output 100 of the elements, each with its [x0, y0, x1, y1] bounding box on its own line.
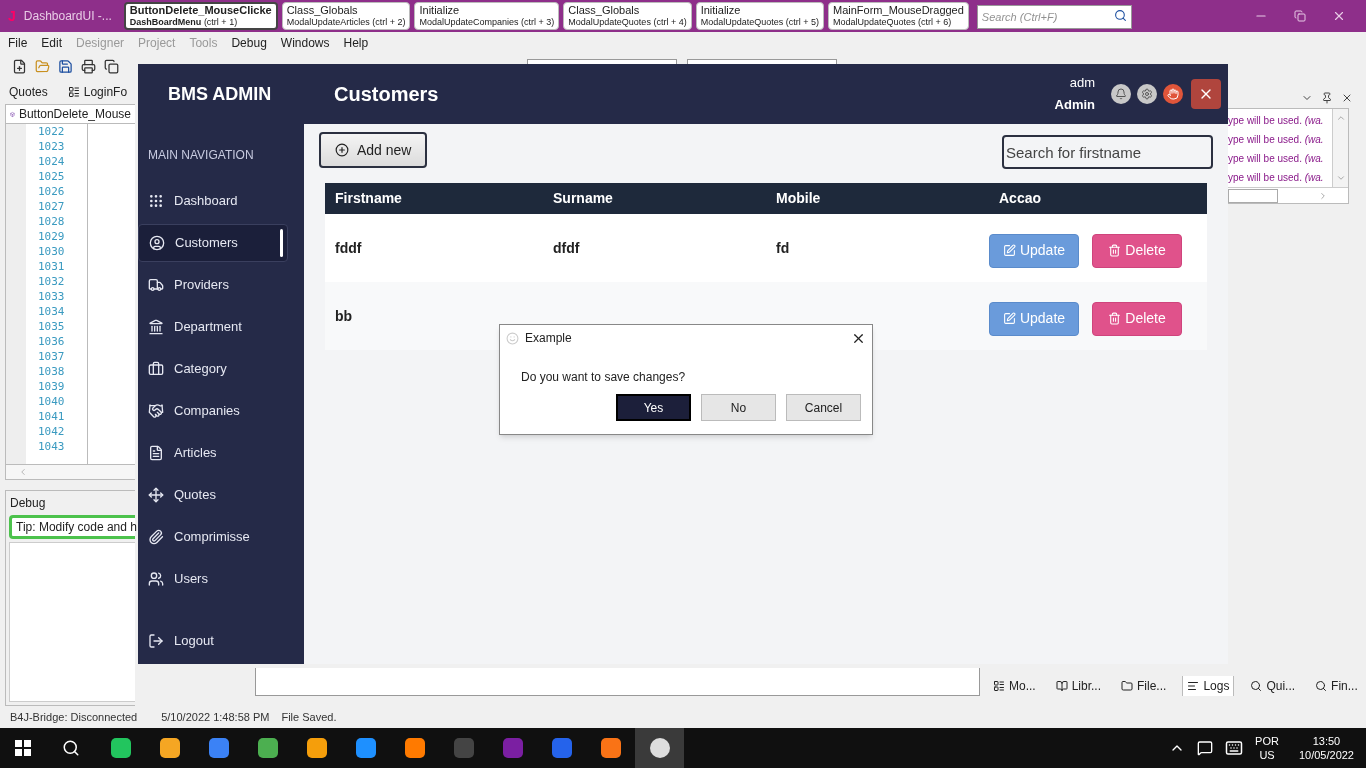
dialog-message: Do you want to save changes? — [521, 369, 687, 386]
bank-icon — [148, 319, 164, 335]
panel-tab[interactable]: Quotes — [9, 83, 48, 101]
line-number: 1033 — [38, 289, 66, 304]
close-button[interactable] — [1191, 79, 1221, 109]
line-number: 1024 — [38, 154, 66, 169]
line-number: 1029 — [38, 229, 66, 244]
panel-tab[interactable]: Logs — [1182, 676, 1235, 696]
save-icon[interactable] — [58, 59, 73, 74]
dialog-button[interactable]: Cancel — [786, 394, 861, 421]
keyboard-icon[interactable] — [1225, 739, 1244, 757]
line-number: 1035 — [38, 319, 66, 334]
search-icon — [1113, 8, 1127, 22]
editor-tab[interactable]: Class_Globals ModalUpdateArticles (ctrl + 2) — [281, 2, 411, 30]
dropdown-field[interactable] — [687, 59, 837, 64]
panel-tab[interactable]: Fin... — [1311, 676, 1362, 696]
line-number: 1036 — [38, 334, 66, 349]
handshake-icon — [148, 403, 164, 419]
language-text[interactable]: POR — [1255, 734, 1279, 748]
search-icon[interactable] — [62, 739, 80, 757]
search-field[interactable]: Search (Ctrl+F) — [976, 4, 1132, 29]
menu-item[interactable]: Help — [343, 34, 369, 52]
copy-icon[interactable] — [104, 59, 119, 74]
menu-item[interactable]: File — [8, 34, 28, 52]
tip-field: Tip: Modify code and h — [9, 515, 135, 539]
horizontal-scrollbar[interactable] — [5, 464, 135, 480]
column-header: Mobile — [775, 189, 822, 208]
new-file-icon[interactable] — [12, 59, 27, 74]
windows-logo-icon[interactable] — [15, 740, 31, 756]
dialog-title: Example — [525, 330, 572, 347]
edit-icon — [1002, 312, 1016, 325]
status-text: File Saved. — [281, 709, 337, 725]
panel-tab[interactable]: Mo... — [989, 676, 1040, 696]
menu-item[interactable]: Windows — [280, 34, 330, 52]
log-line: ype will be used. (wa. — [1228, 114, 1325, 128]
nav-item[interactable]: Department — [138, 308, 288, 346]
nav-item[interactable]: Providers — [138, 266, 288, 304]
log-line: ype will be used. (wa. — [1228, 152, 1325, 166]
nav-item[interactable]: Logout — [138, 622, 288, 660]
line-number: 1025 — [38, 169, 66, 184]
panel-tab[interactable]: File... — [1117, 676, 1171, 696]
menu-item[interactable]: Debug — [231, 34, 267, 52]
editor-tab[interactable]: MainForm_MouseDragged ModalUpdateQuotes (ctrl + 6) — [828, 2, 969, 30]
line-number: 1022 — [38, 124, 66, 139]
nav-item[interactable]: Customers — [138, 224, 288, 262]
nav-item[interactable]: Users — [138, 560, 288, 598]
region-text[interactable]: US — [1259, 748, 1275, 762]
code-tab[interactable]: ButtonDelete_Mouse — [5, 104, 135, 124]
folder-icon — [1121, 680, 1134, 692]
log-line: ype will be used. (wa. — [1228, 171, 1325, 185]
settings-icon[interactable] — [1137, 84, 1157, 104]
trash-icon — [1108, 312, 1122, 325]
pin-icon[interactable] — [1321, 92, 1333, 104]
printer-icon[interactable] — [81, 59, 96, 74]
table-cell-text: bb — [334, 306, 354, 326]
clock-time[interactable]: 13:50 — [1312, 734, 1341, 748]
app-logo: J — [8, 6, 16, 26]
delete-button[interactable]: Delete — [1092, 233, 1182, 268]
table-cell-text: fddf — [334, 238, 363, 258]
nav-item[interactable]: Dashboard — [138, 182, 288, 220]
nav-item[interactable]: Articles — [138, 434, 288, 472]
menu-item[interactable]: Edit — [41, 34, 63, 52]
plus-icon — [335, 143, 349, 157]
add-new-button[interactable]: Add new — [319, 132, 428, 168]
delete-button[interactable]: Delete — [1092, 301, 1182, 336]
user-circle-icon — [149, 235, 165, 251]
nav-item[interactable]: Quotes — [138, 476, 288, 514]
dialog-button[interactable]: Yes — [616, 394, 691, 421]
editor-tab[interactable]: Initialize ModalUpdateQuotes (ctrl + 5) — [695, 2, 824, 30]
hand-icon[interactable] — [1163, 84, 1183, 104]
line-number: 1041 — [38, 409, 66, 424]
panel-tab[interactable]: LoginFo — [67, 83, 128, 101]
panel-tab[interactable]: Libr... — [1051, 676, 1106, 696]
page-title: Customers — [334, 82, 439, 107]
close-icon[interactable] — [1341, 92, 1353, 104]
nav-item[interactable]: Comprimisse — [138, 518, 288, 556]
log-line: ype will be used. (wa. — [1228, 133, 1325, 147]
line-number: 1027 — [38, 199, 66, 214]
column-header: Accao — [998, 189, 1043, 208]
editor-tab[interactable]: ButtonDelete_MouseClicke DashBoardMenu (ctrl + 1) — [123, 2, 278, 30]
user-name: adm — [1069, 74, 1095, 92]
editor-tab[interactable]: Initialize ModalUpdateCompanies (ctrl + 3) — [414, 2, 560, 30]
search-icon — [1250, 680, 1263, 692]
scroll-thumb[interactable] — [1228, 188, 1278, 203]
document-icon — [148, 445, 164, 461]
dropdown-field[interactable] — [527, 59, 677, 64]
dialog-button[interactable]: No — [701, 394, 776, 421]
panel-tab[interactable]: Qui... — [1246, 676, 1300, 696]
clock-date[interactable]: 10/05/2022 — [1298, 748, 1354, 762]
nav-item[interactable]: Companies — [138, 392, 288, 430]
editor-tab[interactable]: Class_Globals ModalUpdateQuotes (ctrl + 4) — [563, 2, 692, 30]
line-number: 1032 — [38, 274, 66, 289]
nav-item[interactable]: Category — [138, 350, 288, 388]
bell-icon[interactable] — [1111, 84, 1131, 104]
line-number: 1039 — [38, 379, 66, 394]
notification-icon[interactable] — [1197, 740, 1214, 756]
search-field[interactable]: Search for firstname — [1002, 135, 1213, 169]
paperclip-icon — [148, 529, 164, 545]
book-icon — [1055, 680, 1068, 692]
restore-icon[interactable] — [1294, 10, 1306, 22]
